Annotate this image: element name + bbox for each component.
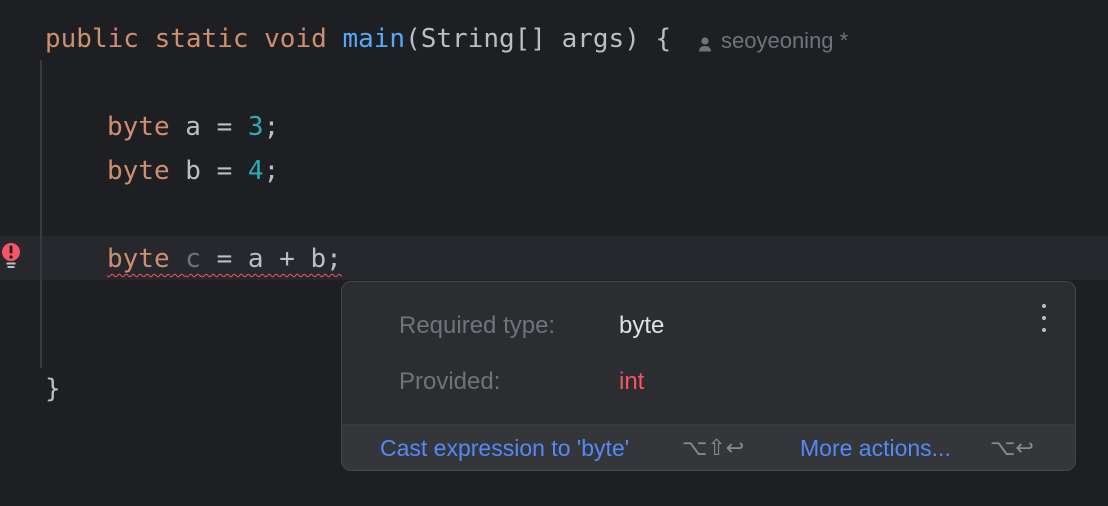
type-byte: byte [107, 156, 170, 186]
type-byte: byte [107, 112, 170, 142]
popup-body: Required type: byte Provided: int [342, 282, 1075, 424]
semicolon: ; [263, 156, 280, 186]
method-name: main [342, 24, 406, 54]
variable-c: c [185, 244, 201, 274]
author-annotation[interactable]: seoyeoning * [697, 26, 848, 56]
code-line-signature[interactable]: public static void main(String[] args) { [45, 19, 671, 59]
keyword-public: public [45, 24, 139, 54]
cast-expression-shortcut: ⌥⇧↩ [682, 435, 745, 460]
keyword-static: static [154, 24, 249, 54]
cast-expression-action[interactable]: Cast expression to 'byte' [380, 425, 629, 470]
assign-b: b = [169, 156, 248, 186]
closing-brace[interactable]: } [45, 369, 61, 409]
required-type-label: Required type: [399, 312, 556, 339]
person-icon [697, 32, 713, 52]
keyword-void: void [264, 24, 327, 54]
code-line-byte-c[interactable]: byte c = a + b; [107, 239, 342, 279]
required-type-value: byte [619, 312, 665, 339]
number-literal-a: 3 [247, 112, 264, 142]
error-tooltip-popup[interactable]: Required type: byte Provided: int Cast e… [341, 281, 1076, 471]
more-actions-shortcut: ⌥↩ [990, 435, 1034, 460]
semicolon: ; [263, 112, 280, 142]
code-line-byte-b[interactable]: byte b = 4; [107, 151, 279, 191]
method-params: (String[] args) { [405, 24, 672, 54]
assign-a: a = [169, 112, 248, 142]
provided-type-value: int [619, 368, 645, 395]
required-type-row: Required type: byte [399, 311, 664, 341]
number-literal-b: 4 [247, 156, 264, 186]
provided-type-label: Provided: [399, 368, 501, 395]
error-bulb-icon[interactable] [0, 242, 22, 272]
provided-type-row: Provided: int [399, 367, 644, 397]
kebab-menu-icon[interactable] [1041, 304, 1047, 332]
indent-guide [40, 60, 42, 368]
code-line-byte-a[interactable]: byte a = 3; [107, 107, 279, 147]
more-actions-link[interactable]: More actions... [800, 425, 951, 470]
expression-a-plus-b: = a + b; [200, 244, 342, 274]
code-editor[interactable]: public static void main(String[] args) {… [0, 0, 1108, 506]
type-byte: byte [107, 244, 170, 274]
popup-actions-bar: Cast expression to 'byte' ⌥⇧↩ More actio… [342, 424, 1075, 470]
author-name: seoyeoning * [721, 28, 849, 53]
